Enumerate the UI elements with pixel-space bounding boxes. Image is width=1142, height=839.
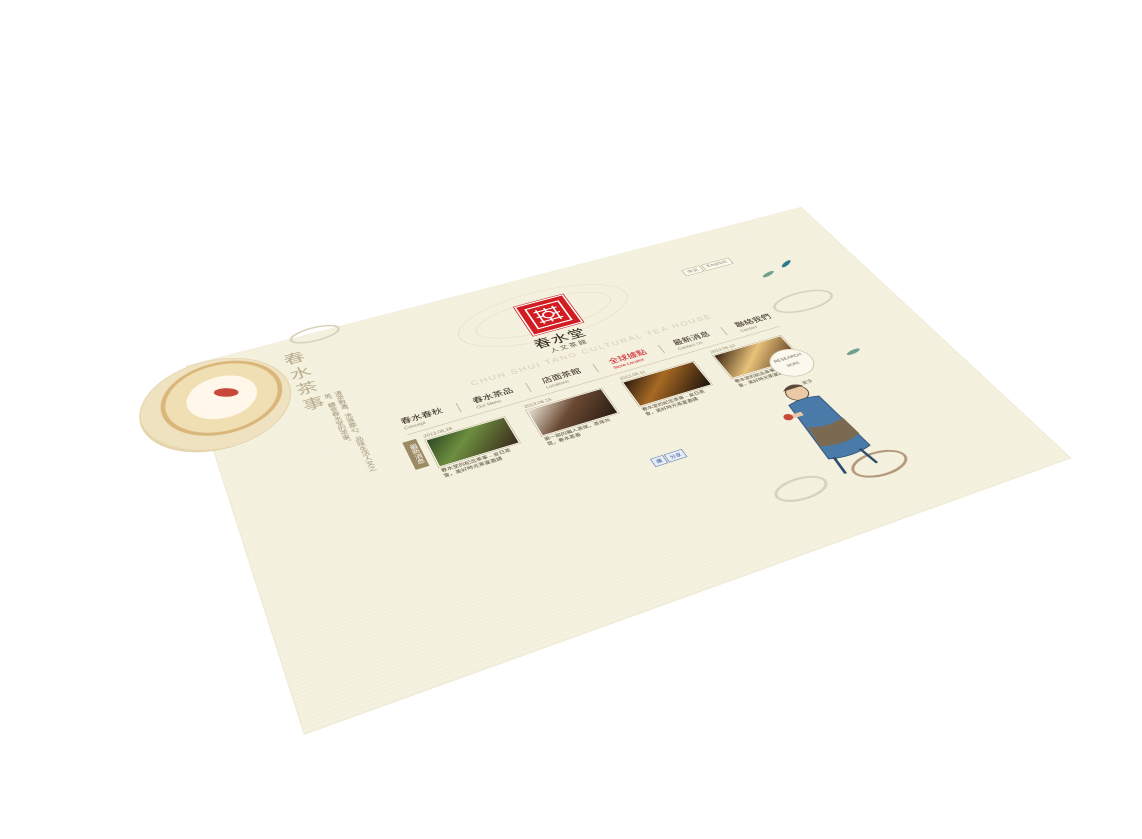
nav-divider	[720, 327, 728, 335]
nav-item-menu[interactable]: 春水茶品 Our Menu	[470, 385, 518, 410]
leaf-icon	[845, 347, 861, 356]
lang-english[interactable]: English	[701, 258, 734, 271]
language-switcher: 中文 English	[681, 258, 734, 277]
leaf-icon	[761, 270, 775, 278]
leaf-icon	[780, 259, 792, 268]
news-card[interactable]: 2013.06.11 春水堂的紀念茶事 - 夏日茶會，美好時光茶宴邀請	[619, 358, 719, 418]
nav-divider	[525, 383, 531, 392]
nav-divider	[658, 345, 665, 353]
nav-item-contact[interactable]: 聯絡我們 Contact	[732, 312, 777, 333]
news-card[interactable]: 2013.06.15 第一屆的職人茶席，茶席共賞，春水茶香	[524, 385, 625, 448]
nav-item-news[interactable]: 最新消息 Contact Us	[670, 329, 716, 351]
share-button[interactable]: 分享	[664, 449, 688, 463]
nav-item-concept[interactable]: 春水春秋 Concept	[398, 405, 447, 431]
cloud-ornament	[766, 285, 840, 318]
stage: 春水茶事 清茶數盞，洗滌塵心，品味生活人文之美，體會春水堂的茶事。 中文 Eng…	[0, 0, 1142, 839]
news-card[interactable]: 2013.06.26 春水堂的紀念茶事 - 夏日茶會，美好時光茶宴邀請	[423, 413, 525, 480]
website-screenshot-plane: 春水茶事 清茶數盞，洗滌塵心，品味生活人文之美，體會春水堂的茶事。 中文 Eng…	[187, 207, 1070, 733]
lang-chinese[interactable]: 中文	[681, 265, 705, 276]
vertical-intro-text: 清茶數盞，洗滌塵心，品味生活人文之美，體會春水堂的茶事。	[266, 390, 383, 503]
news-section-badge: 最新消息	[402, 439, 429, 470]
nav-divider	[456, 403, 462, 412]
social-share-bar: 讚 分享	[650, 449, 688, 467]
leaf-decoration	[212, 388, 241, 398]
nav-item-locations[interactable]: 店面茶館 Locations	[539, 366, 586, 390]
nav-item-store-locator[interactable]: 全球據點 Store Locator	[606, 347, 652, 370]
cloud-ornament	[287, 321, 343, 348]
nav-divider	[593, 364, 600, 373]
